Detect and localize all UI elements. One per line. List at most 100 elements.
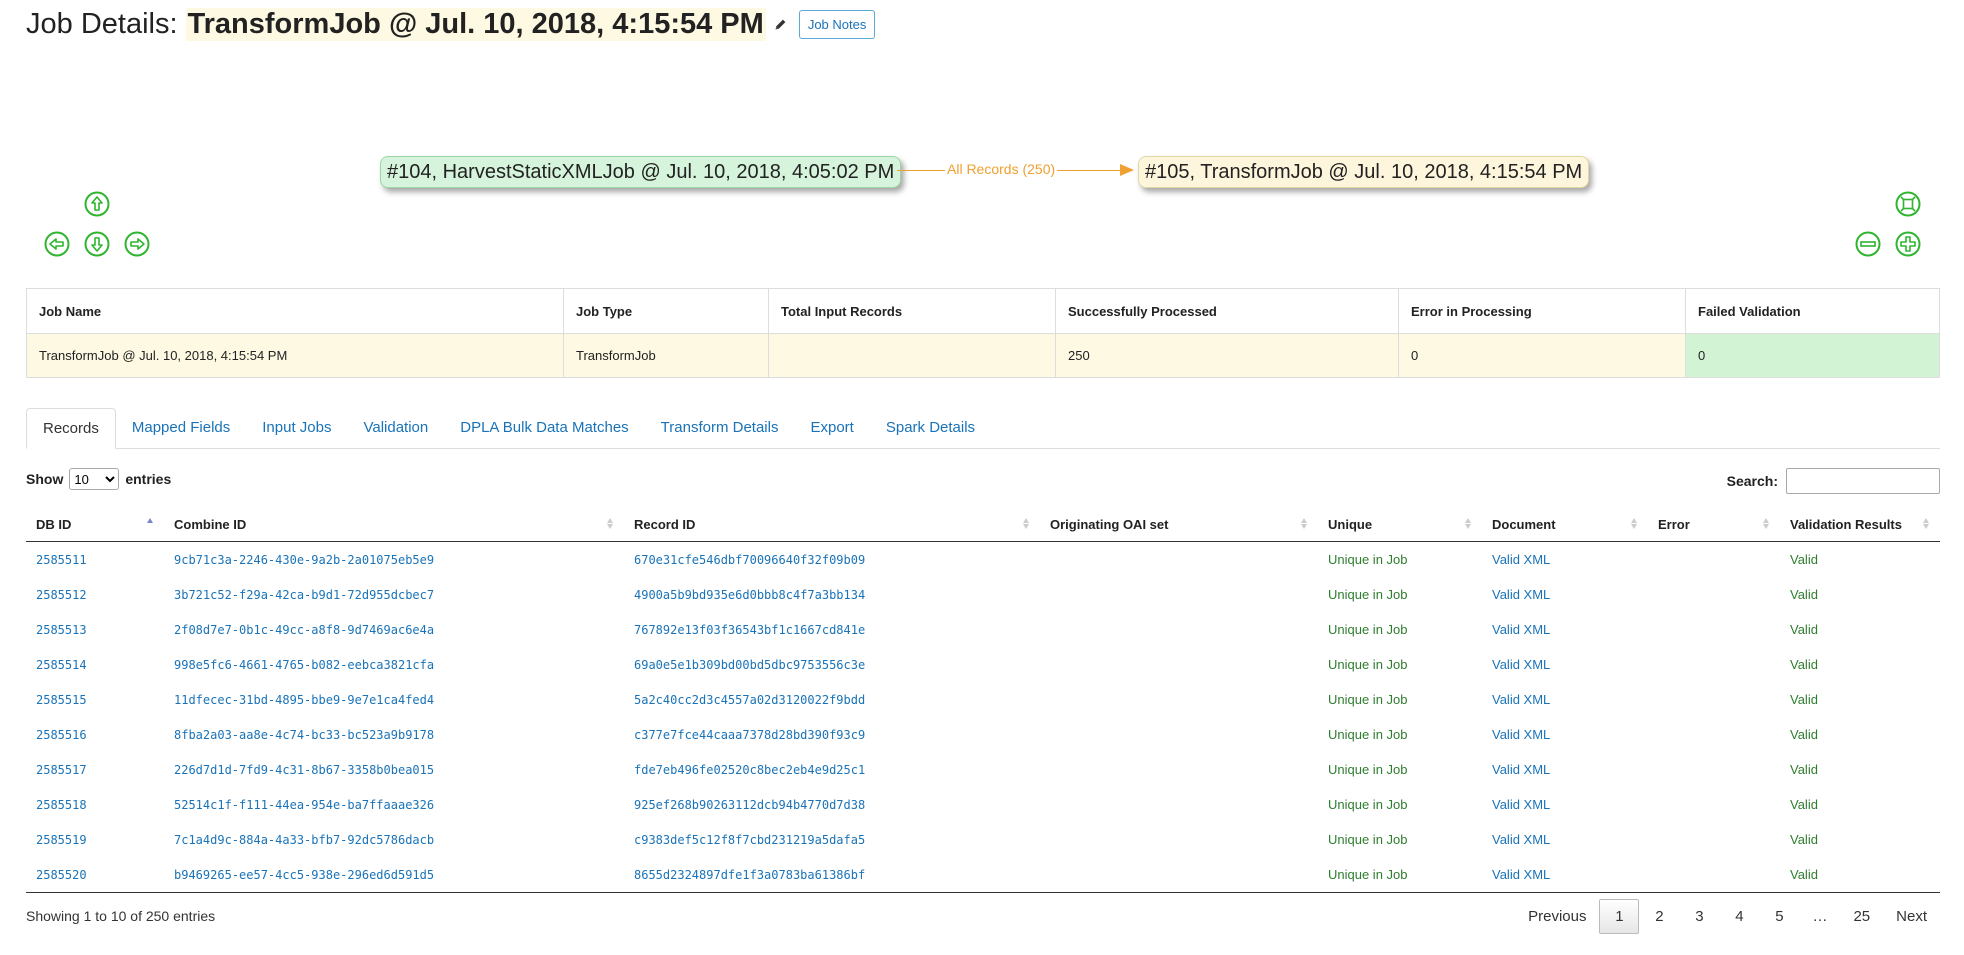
search-input[interactable] bbox=[1786, 468, 1940, 494]
pan-down-icon[interactable] bbox=[84, 231, 110, 257]
cell-originating-oai-set bbox=[1040, 822, 1318, 857]
cell-db-id-link[interactable]: 2585513 bbox=[36, 623, 87, 637]
zoom-fit-icon[interactable] bbox=[1895, 191, 1921, 217]
table-row[interactable]: 2585517 226d7d1d-7fd9-4c31-8b67-3358b0bea… bbox=[26, 752, 1940, 787]
cell-db-id-link[interactable]: 2585518 bbox=[36, 798, 87, 812]
column-header-db-id[interactable]: DB ID bbox=[26, 507, 164, 542]
cell-record-id-link[interactable]: 69a0e5e1b309bd00bd5dbc9753556c3e bbox=[634, 658, 865, 672]
cell-document-link[interactable]: Valid XML bbox=[1492, 657, 1550, 672]
cell-document: Valid XML bbox=[1482, 752, 1648, 787]
previous-page-button[interactable]: Previous bbox=[1515, 899, 1599, 934]
cell-record-id-link[interactable]: 767892e13f03f36543bf1c1667cd841e bbox=[634, 623, 865, 637]
tab-validation[interactable]: Validation bbox=[347, 408, 444, 447]
cell-record-id-link[interactable]: 4900a5b9bd935e6d0bbb8c4f7a3bb134 bbox=[634, 588, 865, 602]
job-lineage-graph[interactable]: #104, HarvestStaticXMLJob @ Jul. 10, 201… bbox=[0, 150, 1964, 270]
table-row[interactable]: 2585518 52514c1f-f111-44ea-954e-ba7ffaaae… bbox=[26, 787, 1940, 822]
column-header-validation-results[interactable]: Validation Results bbox=[1780, 507, 1940, 542]
cell-combine-id-link[interactable]: 52514c1f-f111-44ea-954e-ba7ffaaae326 bbox=[174, 798, 434, 812]
cell-record-id-link[interactable]: c9383def5c12f8f7cbd231219a5dafa5 bbox=[634, 833, 865, 847]
cell-record-id-link[interactable]: 925ef268b90263112dcb94b4770d7d38 bbox=[634, 798, 865, 812]
cell-db-id-link[interactable]: 2585516 bbox=[36, 728, 87, 742]
cell-document: Valid XML bbox=[1482, 717, 1648, 752]
cell-record-id-link[interactable]: c377e7fce44caaa7378d28bd390f93c9 bbox=[634, 728, 865, 742]
cell-db-id-link[interactable]: 2585512 bbox=[36, 588, 87, 602]
cell-db-id-link[interactable]: 2585515 bbox=[36, 693, 87, 707]
cell-combine-id-link[interactable]: b9469265-ee57-4cc5-938e-296ed6d591d5 bbox=[174, 868, 434, 882]
cell-document-link[interactable]: Valid XML bbox=[1492, 622, 1550, 637]
tab-transform-details[interactable]: Transform Details bbox=[645, 408, 795, 447]
cell-record-id-link[interactable]: 5a2c40cc2d3c4557a02d3120022f9bdd bbox=[634, 693, 865, 707]
cell-db-id-link[interactable]: 2585514 bbox=[36, 658, 87, 672]
summary-failed-validation[interactable]: 0 bbox=[1685, 333, 1940, 378]
column-header-document[interactable]: Document bbox=[1482, 507, 1648, 542]
cell-db-id: 2585520 bbox=[26, 857, 164, 893]
cell-db-id-link[interactable]: 2585517 bbox=[36, 763, 87, 777]
cell-document-link[interactable]: Valid XML bbox=[1492, 867, 1550, 882]
tab-spark-details[interactable]: Spark Details bbox=[870, 408, 991, 447]
cell-document-link[interactable]: Valid XML bbox=[1492, 797, 1550, 812]
cell-record-id-link[interactable]: 8655d2324897dfe1f3a0783ba61386bf bbox=[634, 868, 865, 882]
tab-dpla-bulk-data-matches[interactable]: DPLA Bulk Data Matches bbox=[444, 408, 644, 447]
cell-combine-id-link[interactable]: 998e5fc6-4661-4765-b082-eebca3821cfa bbox=[174, 658, 434, 672]
cell-error bbox=[1648, 717, 1780, 752]
graph-node-target-job[interactable]: #105, TransformJob @ Jul. 10, 2018, 4:15… bbox=[1138, 156, 1590, 188]
cell-combine-id-link[interactable]: 9cb71c3a-2246-430e-9a2b-2a01075eb5e9 bbox=[174, 553, 434, 567]
cell-db-id-link[interactable]: 2585511 bbox=[36, 553, 87, 567]
graph-node-source-job[interactable]: #104, HarvestStaticXMLJob @ Jul. 10, 201… bbox=[380, 156, 902, 188]
tab-records[interactable]: Records bbox=[26, 408, 116, 449]
cell-combine-id-link[interactable]: 3b721c52-f29a-42ca-b9d1-72d955dcbec7 bbox=[174, 588, 434, 602]
cell-combine-id-link[interactable]: 7c1a4d9c-884a-4a33-bfb7-92dc5786dacb bbox=[174, 833, 434, 847]
cell-db-id: 2585516 bbox=[26, 717, 164, 752]
column-header-unique[interactable]: Unique bbox=[1318, 507, 1482, 542]
table-row[interactable]: 2585511 9cb71c3a-2246-430e-9a2b-2a01075eb… bbox=[26, 542, 1940, 578]
zoom-out-icon[interactable] bbox=[1855, 231, 1881, 257]
tab-input-jobs[interactable]: Input Jobs bbox=[246, 408, 347, 447]
column-header-originating-oai-set[interactable]: Originating OAI set bbox=[1040, 507, 1318, 542]
page-button[interactable]: 25 bbox=[1840, 899, 1883, 934]
cell-db-id-link[interactable]: 2585520 bbox=[36, 868, 87, 882]
entries-length-select[interactable]: 10 bbox=[69, 468, 120, 490]
cell-combine-id: 11dfecec-31bd-4895-bbe9-9e7e1ca4fed4 bbox=[164, 682, 624, 717]
page-button[interactable]: 4 bbox=[1719, 899, 1759, 934]
table-row[interactable]: 2585513 2f08d7e7-0b1c-49cc-a8f8-9d7469ac6… bbox=[26, 612, 1940, 647]
cell-document-link[interactable]: Valid XML bbox=[1492, 832, 1550, 847]
table-row[interactable]: 2585512 3b721c52-f29a-42ca-b9d1-72d955dcb… bbox=[26, 577, 1940, 612]
job-details-tabs: Records Mapped Fields Input Jobs Validat… bbox=[26, 408, 1940, 449]
pan-left-icon[interactable] bbox=[44, 231, 70, 257]
cell-combine-id: 3b721c52-f29a-42ca-b9d1-72d955dcbec7 bbox=[164, 577, 624, 612]
page-button[interactable]: 5 bbox=[1759, 899, 1799, 934]
column-header-record-id[interactable]: Record ID bbox=[624, 507, 1040, 542]
cell-combine-id-link[interactable]: 2f08d7e7-0b1c-49cc-a8f8-9d7469ac6e4a bbox=[174, 623, 434, 637]
cell-document-link[interactable]: Valid XML bbox=[1492, 587, 1550, 602]
table-row[interactable]: 2585519 7c1a4d9c-884a-4a33-bfb7-92dc5786d… bbox=[26, 822, 1940, 857]
job-notes-button[interactable]: Job Notes bbox=[798, 10, 876, 39]
cell-document-link[interactable]: Valid XML bbox=[1492, 552, 1550, 567]
cell-record-id-link[interactable]: 670e31cfe546dbf70096640f32f09b09 bbox=[634, 553, 865, 567]
cell-combine-id-link[interactable]: 8fba2a03-aa8e-4c74-bc33-bc523a9b9178 bbox=[174, 728, 434, 742]
column-header-error[interactable]: Error bbox=[1648, 507, 1780, 542]
cell-document-link[interactable]: Valid XML bbox=[1492, 727, 1550, 742]
column-header-combine-id[interactable]: Combine ID bbox=[164, 507, 624, 542]
cell-document-link[interactable]: Valid XML bbox=[1492, 692, 1550, 707]
table-row[interactable]: 2585514 998e5fc6-4661-4765-b082-eebca3821… bbox=[26, 647, 1940, 682]
next-page-button[interactable]: Next bbox=[1883, 899, 1940, 934]
cell-db-id: 2585513 bbox=[26, 612, 164, 647]
cell-record-id-link[interactable]: fde7eb496fe02520c8bec2eb4e9d25c1 bbox=[634, 763, 865, 777]
cell-unique: Unique in Job bbox=[1328, 762, 1408, 777]
cell-combine-id-link[interactable]: 226d7d1d-7fd9-4c31-8b67-3358b0bea015 bbox=[174, 763, 434, 777]
zoom-in-icon[interactable] bbox=[1895, 231, 1921, 257]
table-row[interactable]: 2585520 b9469265-ee57-4cc5-938e-296ed6d59… bbox=[26, 857, 1940, 893]
table-row[interactable]: 2585515 11dfecec-31bd-4895-bbe9-9e7e1ca4f… bbox=[26, 682, 1940, 717]
table-row[interactable]: 2585516 8fba2a03-aa8e-4c74-bc33-bc523a9b9… bbox=[26, 717, 1940, 752]
page-button[interactable]: 1 bbox=[1599, 899, 1640, 934]
tab-mapped-fields[interactable]: Mapped Fields bbox=[116, 408, 246, 447]
cell-document-link[interactable]: Valid XML bbox=[1492, 762, 1550, 777]
pan-up-icon[interactable] bbox=[84, 191, 110, 217]
tab-export[interactable]: Export bbox=[794, 408, 869, 447]
pencil-icon[interactable] bbox=[774, 18, 787, 31]
pan-right-icon[interactable] bbox=[124, 231, 150, 257]
cell-combine-id-link[interactable]: 11dfecec-31bd-4895-bbe9-9e7e1ca4fed4 bbox=[174, 693, 434, 707]
page-button[interactable]: 3 bbox=[1679, 899, 1719, 934]
page-button[interactable]: 2 bbox=[1639, 899, 1679, 934]
cell-db-id-link[interactable]: 2585519 bbox=[36, 833, 87, 847]
